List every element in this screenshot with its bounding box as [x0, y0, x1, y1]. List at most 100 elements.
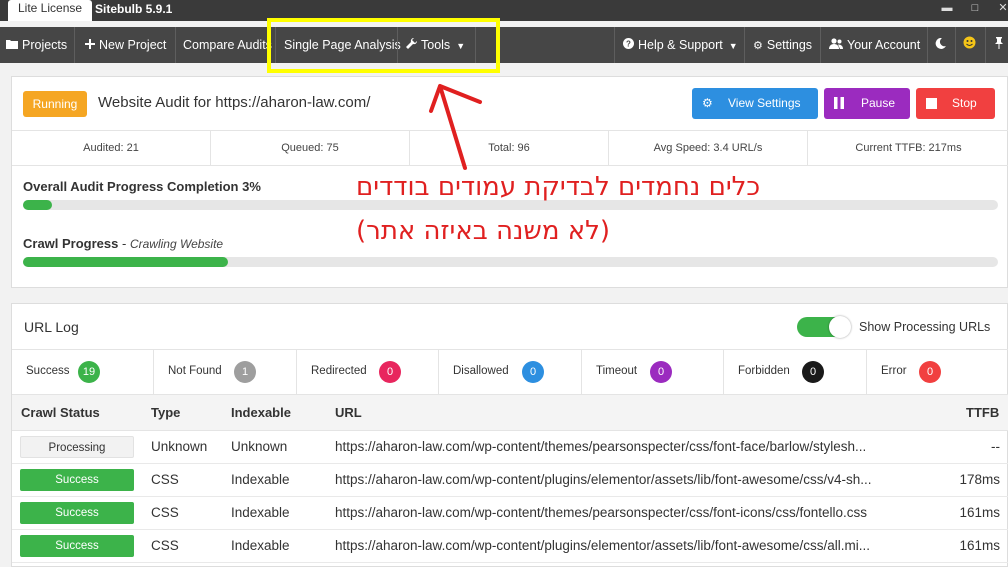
filter-not-found[interactable]: Not Found 1	[154, 350, 297, 394]
status-pill: Processing	[20, 436, 134, 458]
feedback-button[interactable]	[963, 27, 976, 63]
toggle-knob	[829, 316, 851, 338]
url-cell[interactable]: https://aharon-law.com/wp-content/themes…	[335, 505, 935, 520]
table-row[interactable]: Success CSS Indexable https://aharon-law…	[12, 464, 1008, 497]
status-pill: Success	[20, 469, 134, 491]
ttfb-cell: 161ms	[959, 505, 1000, 520]
crawl-progress-bar	[23, 257, 998, 267]
count-badge: 19	[78, 361, 100, 383]
crawl-progress-fill	[23, 257, 228, 267]
toolbar-divider	[175, 27, 176, 63]
toolbar-divider	[820, 27, 821, 63]
column-header-ttfb[interactable]: TTFB	[966, 405, 999, 420]
url-log-title: URL Log	[24, 319, 79, 335]
filter-redirected[interactable]: Redirected 0	[297, 350, 439, 394]
ttfb-cell: 178ms	[959, 472, 1000, 487]
folder-icon	[6, 28, 18, 64]
crawl-progress-label: Crawl Progress - Crawling Website	[23, 236, 224, 251]
count-badge: 1	[234, 361, 256, 383]
annotation-text-line-1: כלים נחמדים לבדיקת עמודים בודדים	[356, 172, 761, 202]
audit-title: Website Audit for https://aharon-law.com…	[98, 94, 371, 111]
your-account-button[interactable]: Your Account	[829, 27, 920, 63]
pause-label: Pause	[861, 96, 896, 110]
type-cell: CSS	[151, 505, 179, 520]
stop-button[interactable]: Stop	[916, 88, 995, 119]
url-cell[interactable]: https://aharon-law.com/wp-content/plugin…	[335, 472, 935, 487]
question-icon: ?	[623, 28, 634, 64]
view-settings-button[interactable]: ⚙ View Settings	[692, 88, 818, 119]
main-toolbar: Projects New Project Compare Audits Sing…	[0, 27, 1008, 63]
smiley-icon	[963, 36, 976, 52]
pause-icon	[834, 88, 844, 121]
maximize-icon[interactable]: □	[962, 0, 988, 21]
column-header-url[interactable]: URL	[335, 405, 362, 420]
filter-success[interactable]: Success 19	[12, 350, 154, 394]
filter-label: Redirected	[311, 365, 367, 377]
status-badge: Running	[23, 91, 87, 117]
filter-label: Not Found	[168, 365, 222, 377]
count-badge: 0	[650, 361, 672, 383]
minimize-icon[interactable]: ▬	[934, 0, 960, 21]
toolbar-divider	[74, 27, 75, 63]
indexable-cell: Indexable	[231, 505, 290, 520]
theme-toggle-button[interactable]	[935, 27, 946, 63]
url-table-header: Crawl Status Type Indexable URL TTFB	[12, 395, 1008, 431]
settings-label: Settings	[766, 38, 813, 52]
type-cell: Unknown	[151, 439, 208, 454]
table-row[interactable]: Success CSS Indexable https://aharon-law…	[12, 497, 1008, 530]
users-icon	[829, 28, 843, 64]
count-badge: 0	[379, 361, 401, 383]
compare-audits-button[interactable]: Compare Audits	[183, 27, 272, 63]
status-pill: Success	[20, 502, 134, 524]
indexable-cell: Indexable	[231, 538, 290, 553]
filter-label: Timeout	[596, 365, 638, 377]
gears-icon: ⚙	[702, 96, 713, 110]
new-project-button[interactable]: New Project	[85, 27, 166, 63]
stop-icon	[926, 88, 937, 121]
filter-label: Success	[26, 365, 70, 377]
count-badge: 0	[522, 361, 544, 383]
moon-icon	[935, 37, 946, 52]
ttfb-cell: --	[991, 439, 1000, 454]
close-icon[interactable]: ✕	[990, 0, 1008, 21]
show-processing-toggle[interactable]	[797, 316, 851, 338]
table-row[interactable]: Processing Unknown Unknown https://aharo…	[12, 431, 1008, 464]
sitebulb-window: Lite License Sitebulb 5.9.1 ▬ □ ✕ Projec…	[0, 0, 1008, 567]
help-support-menu-button[interactable]: ? Help & Support ▼	[623, 27, 738, 63]
stat-queued: Queued: 75	[211, 131, 410, 165]
type-cell: CSS	[151, 472, 179, 487]
status-filter-row: Success 19 Not Found 1 Redirected 0 Disa…	[12, 349, 1008, 395]
settings-button[interactable]: ⚙ Settings	[753, 27, 812, 63]
new-project-label: New Project	[99, 38, 167, 52]
license-tab[interactable]: Lite License	[8, 0, 93, 21]
help-support-label: Help & Support	[638, 38, 723, 52]
projects-label: Projects	[22, 38, 68, 52]
url-cell[interactable]: https://aharon-law.com/wp-content/themes…	[335, 439, 935, 454]
filter-forbidden[interactable]: Forbidden 0	[724, 350, 867, 394]
toolbar-divider	[927, 27, 928, 63]
column-header-crawl-status[interactable]: Crawl Status	[21, 405, 100, 420]
filter-label: Forbidden	[738, 365, 790, 377]
filter-disallowed[interactable]: Disallowed 0	[439, 350, 582, 394]
pause-button[interactable]: Pause	[824, 88, 910, 119]
stat-audited: Audited: 21	[12, 131, 211, 165]
column-header-type[interactable]: Type	[151, 405, 180, 420]
filter-timeout[interactable]: Timeout 0	[582, 350, 724, 394]
url-cell[interactable]: https://aharon-law.com/wp-content/plugin…	[335, 538, 935, 553]
overall-progress-label: Overall Audit Progress Completion 3%	[23, 179, 261, 194]
table-row[interactable]: Success CSS Indexable https://aharon-law…	[12, 530, 1008, 563]
toolbar-divider	[744, 27, 745, 63]
show-processing-label: Show Processing URLs	[859, 320, 991, 334]
projects-button[interactable]: Projects	[6, 27, 67, 63]
annotation-highlight-box	[267, 18, 500, 73]
filter-error[interactable]: Error 0	[867, 350, 1008, 394]
count-badge: 0	[802, 361, 824, 383]
column-header-indexable[interactable]: Indexable	[231, 405, 291, 420]
view-settings-label: View Settings	[728, 96, 801, 110]
stat-avg-speed: Avg Speed: 3.4 URL/s	[609, 131, 808, 165]
url-log-panel: URL Log Show Processing URLs Success 19 …	[11, 303, 1008, 567]
pin-button[interactable]	[995, 27, 1003, 63]
stop-label: Stop	[952, 96, 977, 110]
indexable-cell: Unknown	[231, 439, 288, 454]
toolbar-divider	[955, 27, 956, 63]
